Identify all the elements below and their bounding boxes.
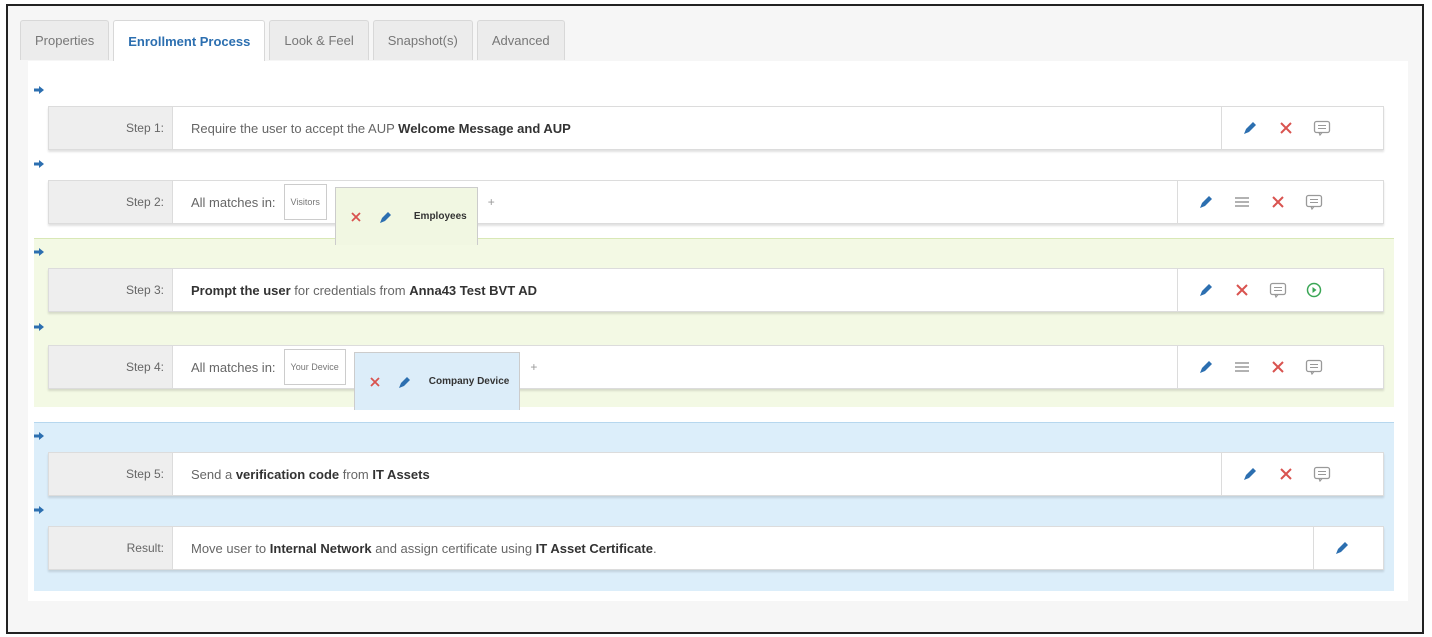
step-label: Step 2:: [49, 181, 173, 223]
step-actions: [1177, 269, 1383, 311]
step-description: Move user to Internal Network and assign…: [191, 527, 657, 569]
selected-condition-label: Employees: [413, 211, 467, 222]
step-description: All matches in: Visitors Employees +: [191, 181, 495, 245]
step-row-2: Step 2: All matches in: Visitors Employe…: [48, 180, 1384, 245]
step-label: Result:: [49, 527, 173, 569]
step-label: Step 4:: [49, 346, 173, 388]
step-label: Step 3:: [49, 269, 173, 311]
step-actions: [1177, 346, 1383, 388]
x-icon[interactable]: [1276, 118, 1296, 138]
step-text: for credentials from: [290, 282, 410, 298]
arrow-right-icon: [34, 86, 44, 94]
tab-enrollment-process[interactable]: Enrollment Process: [113, 20, 266, 62]
step-description: All matches in: Your Device Company Devi…: [191, 346, 537, 410]
x-icon[interactable]: [1268, 357, 1288, 377]
step-label: Step 5:: [49, 453, 173, 495]
internal-network-link[interactable]: Internal Network: [270, 541, 372, 556]
tab-properties[interactable]: Properties: [20, 20, 110, 60]
x-icon[interactable]: [365, 372, 385, 392]
step-actions: [1313, 527, 1383, 569]
step-text: All matches in:: [191, 194, 276, 210]
list-icon[interactable]: [1232, 192, 1252, 212]
result-row: Result: Move user to Internal Network an…: [48, 526, 1384, 570]
pencil-icon[interactable]: [1196, 280, 1216, 300]
step-row-5: Step 5: Send a verification code from IT…: [48, 452, 1384, 496]
tab-advanced[interactable]: Advanced: [476, 20, 565, 60]
step-text: Move user to: [191, 540, 270, 556]
pencil-icon[interactable]: [1240, 464, 1260, 484]
step-text: from: [339, 466, 373, 482]
step-label: Step 1:: [49, 107, 173, 149]
arrow-right-icon: [34, 506, 44, 514]
step-actions: [1221, 107, 1383, 149]
comment-icon[interactable]: [1312, 464, 1332, 484]
step-text: Send a: [191, 466, 236, 482]
step-text: Require the user to accept the AUP: [191, 120, 399, 136]
it-assets-link[interactable]: IT Assets: [372, 467, 429, 482]
step-text: All matches in:: [191, 359, 276, 375]
step-row-3: Step 3: Prompt the user for credentials …: [48, 268, 1384, 312]
condition-chip[interactable]: Visitors: [283, 184, 327, 220]
comment-icon[interactable]: [1268, 280, 1288, 300]
pencil-icon[interactable]: [395, 372, 415, 392]
comment-icon[interactable]: [1304, 357, 1324, 377]
arrow-right-icon: [34, 160, 44, 168]
pencil-icon[interactable]: [1332, 538, 1352, 558]
arrow-right-icon: [34, 432, 44, 440]
list-icon[interactable]: [1232, 357, 1252, 377]
tab-bar: Properties Enrollment Process Look & Fee…: [20, 20, 565, 62]
step-description: Send a verification code from IT Assets: [191, 453, 430, 495]
tab-look-and-feel[interactable]: Look & Feel: [269, 20, 369, 60]
verification-code-link[interactable]: verification code: [236, 467, 339, 482]
selected-condition: Company Device: [353, 352, 521, 410]
pencil-icon[interactable]: [376, 207, 396, 227]
selected-condition-label: Company Device: [428, 376, 510, 387]
comment-icon[interactable]: [1304, 192, 1324, 212]
step-row-4: Step 4: All matches in: Your Device Comp…: [48, 345, 1384, 410]
x-icon[interactable]: [346, 207, 366, 227]
add-condition-button[interactable]: +: [530, 360, 537, 374]
play-circle-icon[interactable]: [1304, 280, 1324, 300]
certificate-link[interactable]: IT Asset Certificate: [536, 541, 653, 556]
x-icon[interactable]: [1268, 192, 1288, 212]
prompt-user-link[interactable]: Prompt the user: [191, 283, 291, 298]
x-icon[interactable]: [1232, 280, 1252, 300]
step-text: .: [652, 540, 657, 556]
selected-condition: Employees: [334, 187, 478, 245]
x-icon[interactable]: [1276, 464, 1296, 484]
condition-chip[interactable]: Your Device: [283, 349, 346, 385]
step-actions: [1177, 181, 1383, 223]
aup-link[interactable]: Welcome Message and AUP: [398, 121, 571, 136]
step-actions: [1221, 453, 1383, 495]
arrow-right-icon: [34, 323, 44, 331]
pencil-icon[interactable]: [1240, 118, 1260, 138]
add-condition-button[interactable]: +: [488, 195, 495, 209]
step-description: Require the user to accept the AUP Welco…: [191, 107, 571, 149]
pencil-icon[interactable]: [1196, 192, 1216, 212]
pencil-icon[interactable]: [1196, 357, 1216, 377]
step-text: and assign certificate using: [371, 540, 536, 556]
identity-source-link[interactable]: Anna43 Test BVT AD: [409, 283, 537, 298]
arrow-right-icon: [34, 248, 44, 256]
step-description: Prompt the user for credentials from Ann…: [191, 269, 537, 311]
comment-icon[interactable]: [1312, 118, 1332, 138]
step-row-1: Step 1: Require the user to accept the A…: [48, 106, 1384, 150]
tab-snapshots[interactable]: Snapshot(s): [372, 20, 473, 60]
